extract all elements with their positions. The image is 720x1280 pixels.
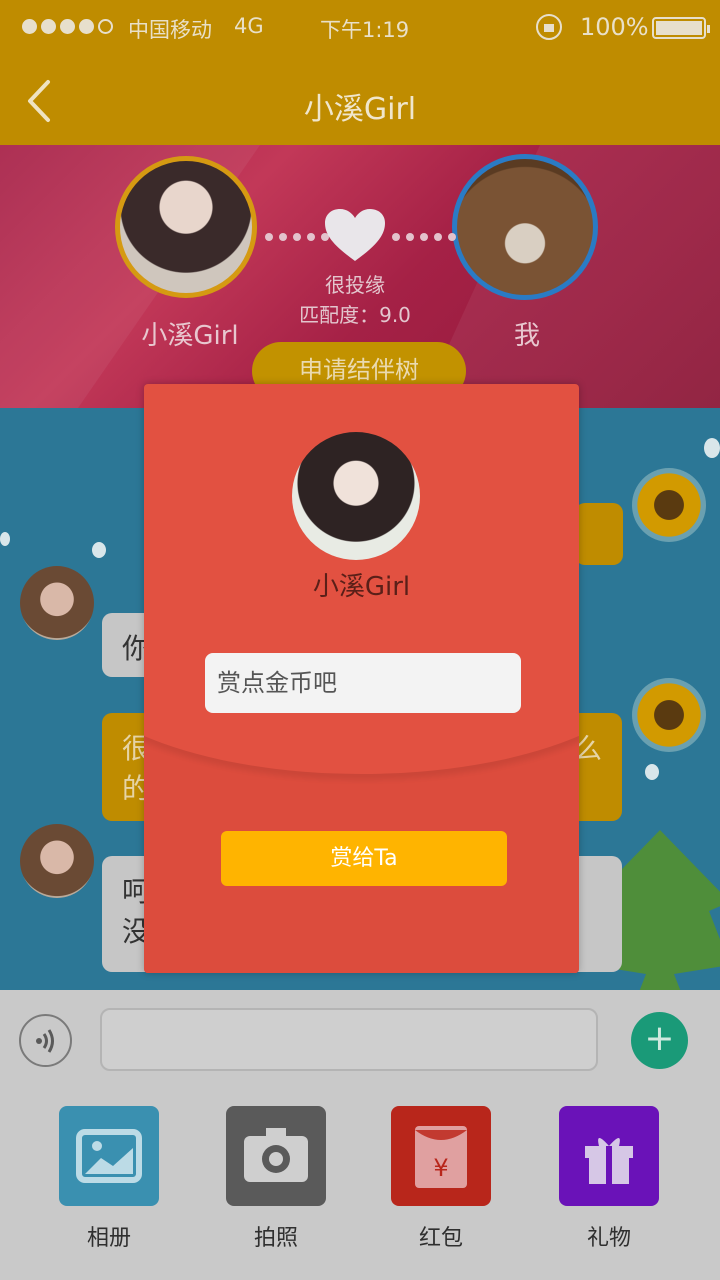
my-chat-avatar[interactable] — [632, 468, 706, 542]
nav-bar: 小溪Girl — [0, 56, 720, 145]
signal-strength-icon — [22, 19, 113, 34]
snowflake — [0, 532, 10, 546]
camera-button[interactable]: 拍照 — [226, 1106, 326, 1252]
snowflake — [92, 542, 106, 558]
gift-button[interactable]: 礼物 — [559, 1106, 659, 1252]
coin-amount-input[interactable] — [205, 653, 521, 713]
svg-text:¥: ¥ — [433, 1154, 448, 1182]
voice-input-button[interactable] — [19, 1014, 72, 1067]
battery-percent: 100% — [580, 13, 649, 41]
input-bar: + — [0, 990, 720, 1090]
rotation-lock-icon — [536, 14, 562, 40]
gift-icon — [559, 1106, 659, 1206]
partner-avatar[interactable] — [115, 156, 257, 298]
camera-icon — [226, 1106, 326, 1206]
page-title: 小溪Girl — [303, 92, 417, 127]
battery-icon — [652, 17, 710, 39]
my-chat-avatar[interactable] — [632, 678, 706, 752]
heart-icon — [325, 209, 385, 261]
snowflake — [704, 438, 720, 458]
connector-dots — [265, 233, 329, 241]
reward-submit-button[interactable]: 赏给Ta — [221, 831, 507, 886]
message-input[interactable] — [100, 1008, 598, 1071]
partner-chat-avatar[interactable] — [20, 566, 94, 640]
match-banner: 小溪Girl 我 很投缘 匹配度：9.0 申请结伴树 — [0, 145, 720, 408]
red-envelope-button[interactable]: ¥ 红包 — [391, 1106, 491, 1252]
album-label: 相册 — [86, 1226, 131, 1251]
partner-name: 小溪Girl — [141, 321, 239, 351]
match-score: 匹配度：9.0 — [299, 303, 411, 327]
message-bubble[interactable] — [575, 503, 623, 565]
carrier-name: 中国移动 — [128, 18, 212, 42]
media-toolbar: 相册 拍照 ¥ 红包 礼物 — [0, 1090, 720, 1280]
gift-label: 礼物 — [586, 1226, 631, 1251]
plus-icon: + — [644, 1018, 675, 1059]
partner-chat-avatar[interactable] — [20, 824, 94, 898]
snowflake — [645, 764, 659, 780]
red-envelope-label: 红包 — [418, 1226, 463, 1251]
my-name: 我 — [513, 321, 540, 351]
network-type: 4G — [234, 14, 264, 38]
red-envelope-icon: ¥ — [391, 1106, 491, 1206]
camera-label: 拍照 — [253, 1226, 298, 1251]
album-icon — [59, 1106, 159, 1206]
status-time: 下午1:19 — [320, 18, 410, 42]
more-options-button[interactable]: + — [631, 1012, 688, 1069]
my-avatar[interactable] — [452, 154, 598, 300]
connector-dots — [392, 233, 456, 241]
recipient-avatar — [292, 432, 420, 560]
status-bar: 中国移动 4G 下午1:19 100% — [0, 0, 720, 56]
recipient-name: 小溪Girl — [312, 572, 411, 602]
album-button[interactable]: 相册 — [59, 1106, 159, 1252]
voice-icon — [36, 1029, 54, 1053]
fate-text: 很投缘 — [325, 273, 385, 297]
reward-dialog: 小溪Girl 赏给Ta — [144, 384, 579, 973]
